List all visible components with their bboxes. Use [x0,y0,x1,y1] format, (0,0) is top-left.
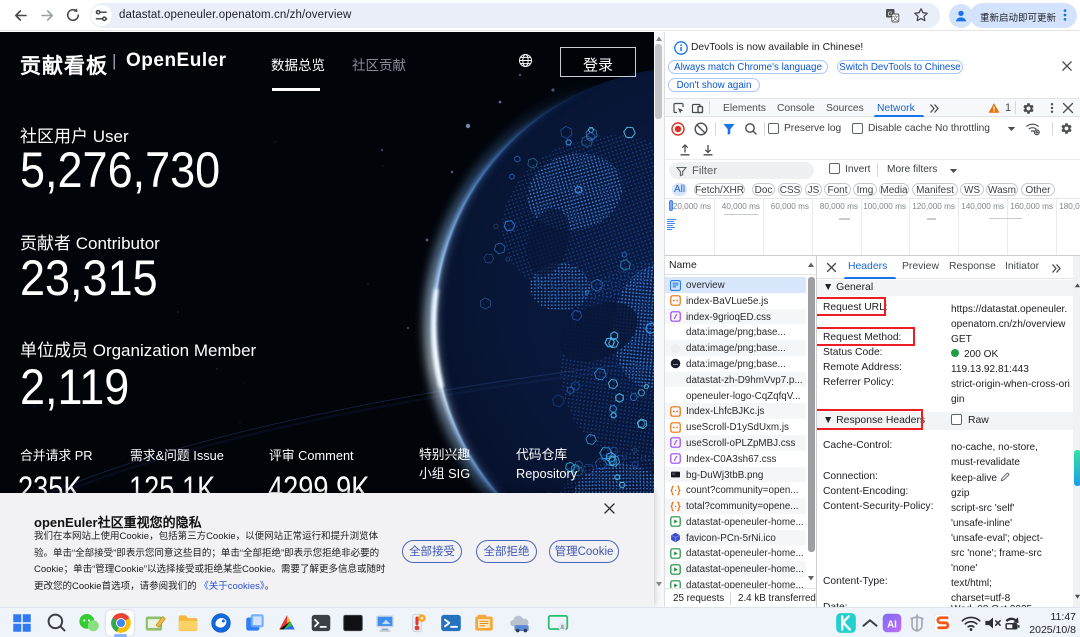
svg-text:文: 文 [892,14,898,22]
svg-text:AI: AI [887,619,897,630]
